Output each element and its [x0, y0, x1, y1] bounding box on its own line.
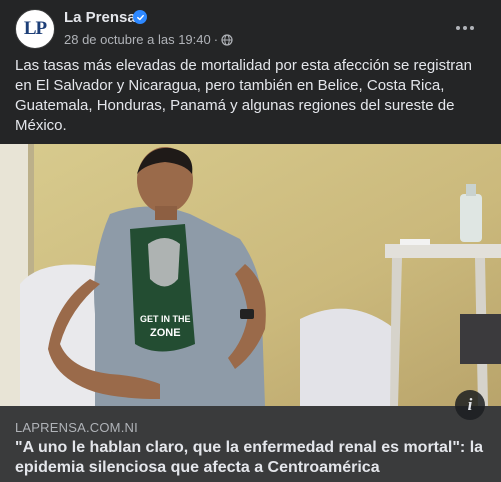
- post-timestamp-link[interactable]: 28 de octubre a las 19:40: [64, 32, 211, 47]
- globe-icon[interactable]: [221, 33, 233, 46]
- info-icon[interactable]: i: [455, 390, 485, 420]
- more-options-icon[interactable]: [451, 14, 479, 42]
- link-title[interactable]: "A uno le hablan claro, que la enfermeda…: [15, 438, 485, 478]
- shirt-text-1: GET IN THE: [140, 314, 191, 324]
- verified-badge-icon: [133, 10, 147, 24]
- meta-separator: ·: [213, 32, 219, 47]
- page-avatar[interactable]: LP: [15, 9, 55, 49]
- post-text: Las tasas más elevadas de mortalidad por…: [15, 57, 472, 134]
- link-domain: LAPRENSA.COM.NI: [15, 420, 138, 435]
- page-name-link[interactable]: La Prensa: [64, 9, 136, 26]
- post-meta: 28 de octubre a las 19:40 ·: [64, 32, 233, 47]
- avatar-logo-text: LP: [23, 18, 47, 39]
- post-header: LP La Prensa 28 de octubre a las 19:40 ·: [0, 0, 501, 56]
- post-photo-illustration: GET IN THE ZONE: [0, 144, 501, 406]
- post-image[interactable]: GET IN THE ZONE: [0, 144, 501, 406]
- shirt-text-2: ZONE: [150, 327, 181, 339]
- link-preview-card[interactable]: LAPRENSA.COM.NI "A uno le hablan claro, …: [0, 406, 501, 482]
